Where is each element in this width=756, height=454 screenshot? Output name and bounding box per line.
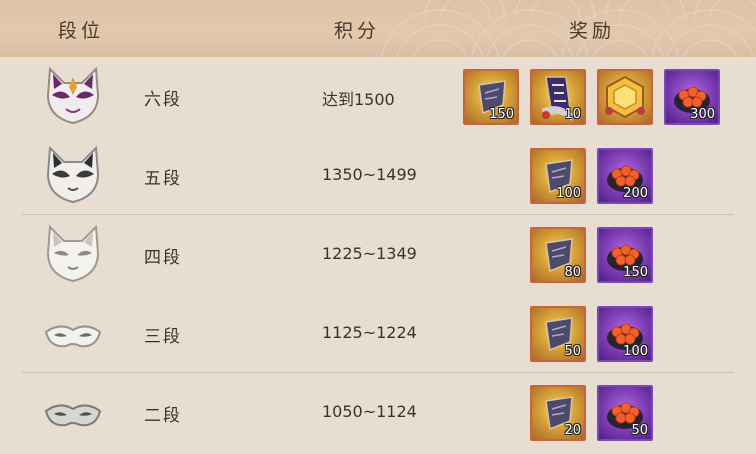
eye-mask-white-icon (44, 325, 102, 348)
reward-item[interactable]: 10 (530, 69, 586, 125)
reward-item[interactable]: 150 (463, 69, 519, 125)
table-header: 段位 积分 奖励 (0, 0, 756, 57)
tier-label: 二段 (144, 406, 182, 426)
reward-item[interactable]: 50 (597, 385, 653, 441)
score-range: 达到1500 (322, 90, 395, 109)
tier-label: 五段 (144, 169, 182, 189)
reward-item[interactable]: 150 (597, 227, 653, 283)
golden-frame-icon (605, 75, 645, 119)
table-row: 二段 1050~1124 20 50 (0, 373, 756, 452)
table-row: 三段 1125~1224 50 100 (0, 294, 756, 373)
reward-quantity: 10 (564, 107, 581, 122)
reward-item[interactable]: 20 (530, 385, 586, 441)
tier-label: 六段 (144, 90, 182, 110)
score-range: 1350~1499 (322, 165, 417, 184)
reward-item[interactable]: 300 (664, 69, 720, 125)
header-rank: 段位 (58, 20, 105, 42)
reward-item[interactable]: 80 (530, 227, 586, 283)
reward-item[interactable]: 50 (530, 306, 586, 362)
reward-item[interactable]: 100 (597, 306, 653, 362)
reward-quantity: 150 (623, 265, 648, 280)
reward-item[interactable]: 100 (530, 148, 586, 204)
fox-mask-black-white-icon (46, 145, 100, 204)
reward-quantity: 150 (489, 107, 514, 122)
reward-quantity: 100 (623, 344, 648, 359)
table-row: 五段 1350~1499 100 200 (0, 136, 756, 215)
reward-quantity: 50 (564, 344, 581, 359)
table-row: 六段 达到1500 150 10 300 (0, 57, 756, 136)
eye-mask-silver-icon (44, 404, 102, 427)
reward-quantity: 20 (564, 423, 581, 438)
reward-item[interactable] (597, 69, 653, 125)
score-range: 1225~1349 (322, 244, 417, 263)
header-score: 积分 (334, 20, 381, 42)
fox-mask-purple-icon (46, 66, 100, 125)
header-reward: 奖励 (569, 20, 616, 42)
reward-quantity: 50 (631, 423, 648, 438)
reward-quantity: 100 (556, 186, 581, 201)
reward-item[interactable]: 200 (597, 148, 653, 204)
rank-table: 六段 达到1500 150 10 300 五段 1350~1499 100 20… (0, 57, 756, 452)
score-range: 1050~1124 (322, 402, 417, 421)
reward-quantity: 300 (690, 107, 715, 122)
reward-quantity: 80 (564, 265, 581, 280)
score-range: 1125~1224 (322, 323, 417, 342)
reward-quantity: 200 (623, 186, 648, 201)
fox-mask-white-icon (46, 224, 100, 283)
table-row: 四段 1225~1349 80 150 (0, 215, 756, 294)
tier-label: 四段 (144, 248, 182, 268)
tier-label: 三段 (144, 327, 182, 347)
